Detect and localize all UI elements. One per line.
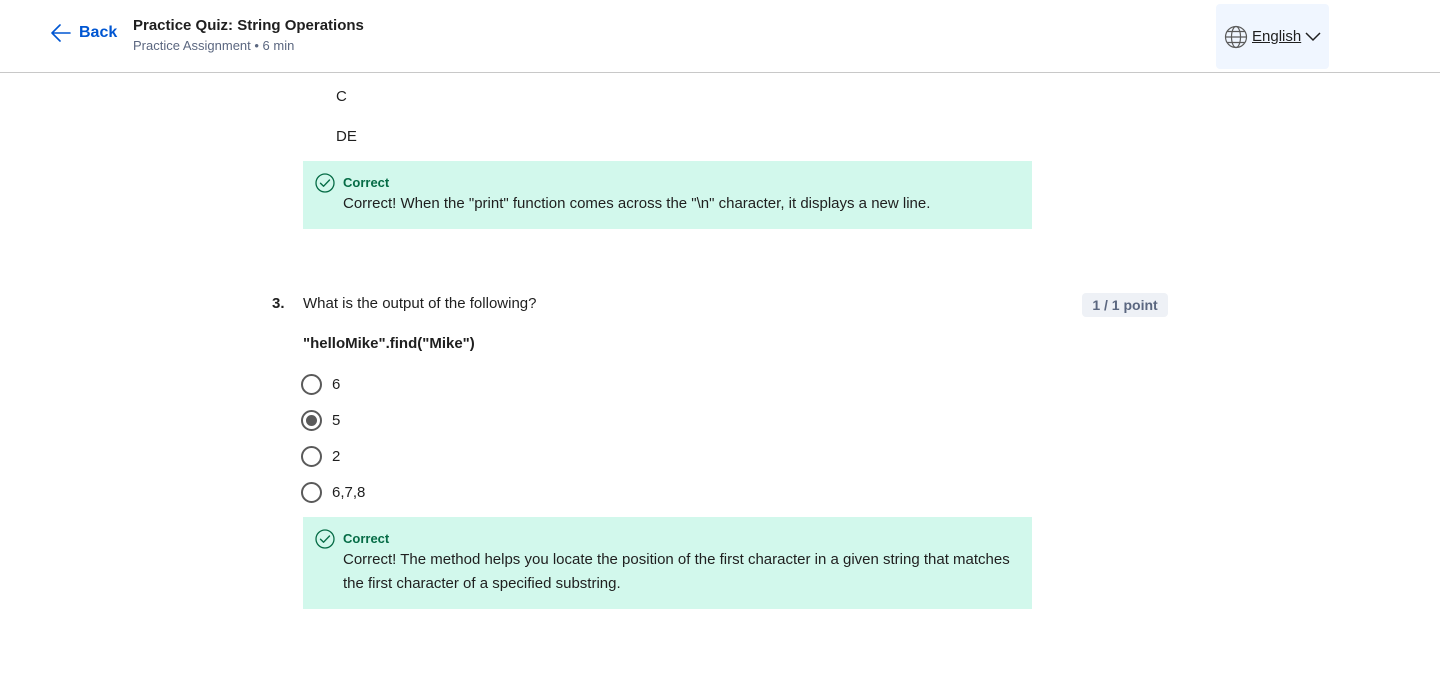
option-label: 2 xyxy=(332,448,341,465)
question-code: "helloMike".find("Mike") xyxy=(303,335,475,352)
arrow-left-icon xyxy=(51,24,71,42)
question-number: 3. xyxy=(272,295,285,312)
question-text: What is the output of the following? xyxy=(303,295,537,312)
chevron-down-icon xyxy=(1305,31,1321,41)
radio-button-selected[interactable] xyxy=(301,410,322,431)
radio-button[interactable] xyxy=(301,446,322,467)
language-selector[interactable]: English xyxy=(1216,4,1329,69)
check-circle-icon xyxy=(315,529,335,549)
points-badge: 1 / 1 point xyxy=(1082,293,1168,317)
option-6-7-8[interactable]: 6,7,8 xyxy=(301,482,365,503)
back-button[interactable]: Back xyxy=(51,24,117,42)
previous-answer-line-2: DE xyxy=(336,128,357,145)
option-2[interactable]: 2 xyxy=(301,446,340,467)
feedback-correct-q3: Correct Correct! The method helps you lo… xyxy=(303,517,1032,609)
radio-button[interactable] xyxy=(301,482,322,503)
feedback-correct-q2: Correct Correct! When the "print" functi… xyxy=(303,161,1032,229)
assignment-meta: Practice Assignment • 6 min xyxy=(133,38,295,53)
previous-answer-line-1: C xyxy=(336,88,347,105)
quiz-title-block: Practice Quiz: String Operations Practic… xyxy=(133,16,364,56)
language-label: English xyxy=(1252,28,1302,45)
page-title: Practice Quiz: String Operations xyxy=(133,17,364,34)
option-label: 5 xyxy=(332,412,341,429)
radio-button[interactable] xyxy=(301,374,322,395)
feedback-title: Correct xyxy=(343,175,390,190)
check-circle-icon xyxy=(315,173,335,193)
feedback-text: Correct! The method helps you locate the… xyxy=(343,551,1010,592)
option-5[interactable]: 5 xyxy=(301,410,340,431)
globe-icon xyxy=(1224,25,1248,48)
radio-dot-icon xyxy=(306,415,317,426)
feedback-title: Correct xyxy=(343,531,390,546)
option-label: 6,7,8 xyxy=(332,484,366,501)
feedback-text: Correct! When the "print" function comes… xyxy=(343,195,931,212)
back-label: Back xyxy=(79,24,118,41)
option-6[interactable]: 6 xyxy=(301,374,340,395)
option-label: 6 xyxy=(332,376,341,393)
top-header: Back Practice Quiz: String Operations Pr… xyxy=(0,0,1440,73)
